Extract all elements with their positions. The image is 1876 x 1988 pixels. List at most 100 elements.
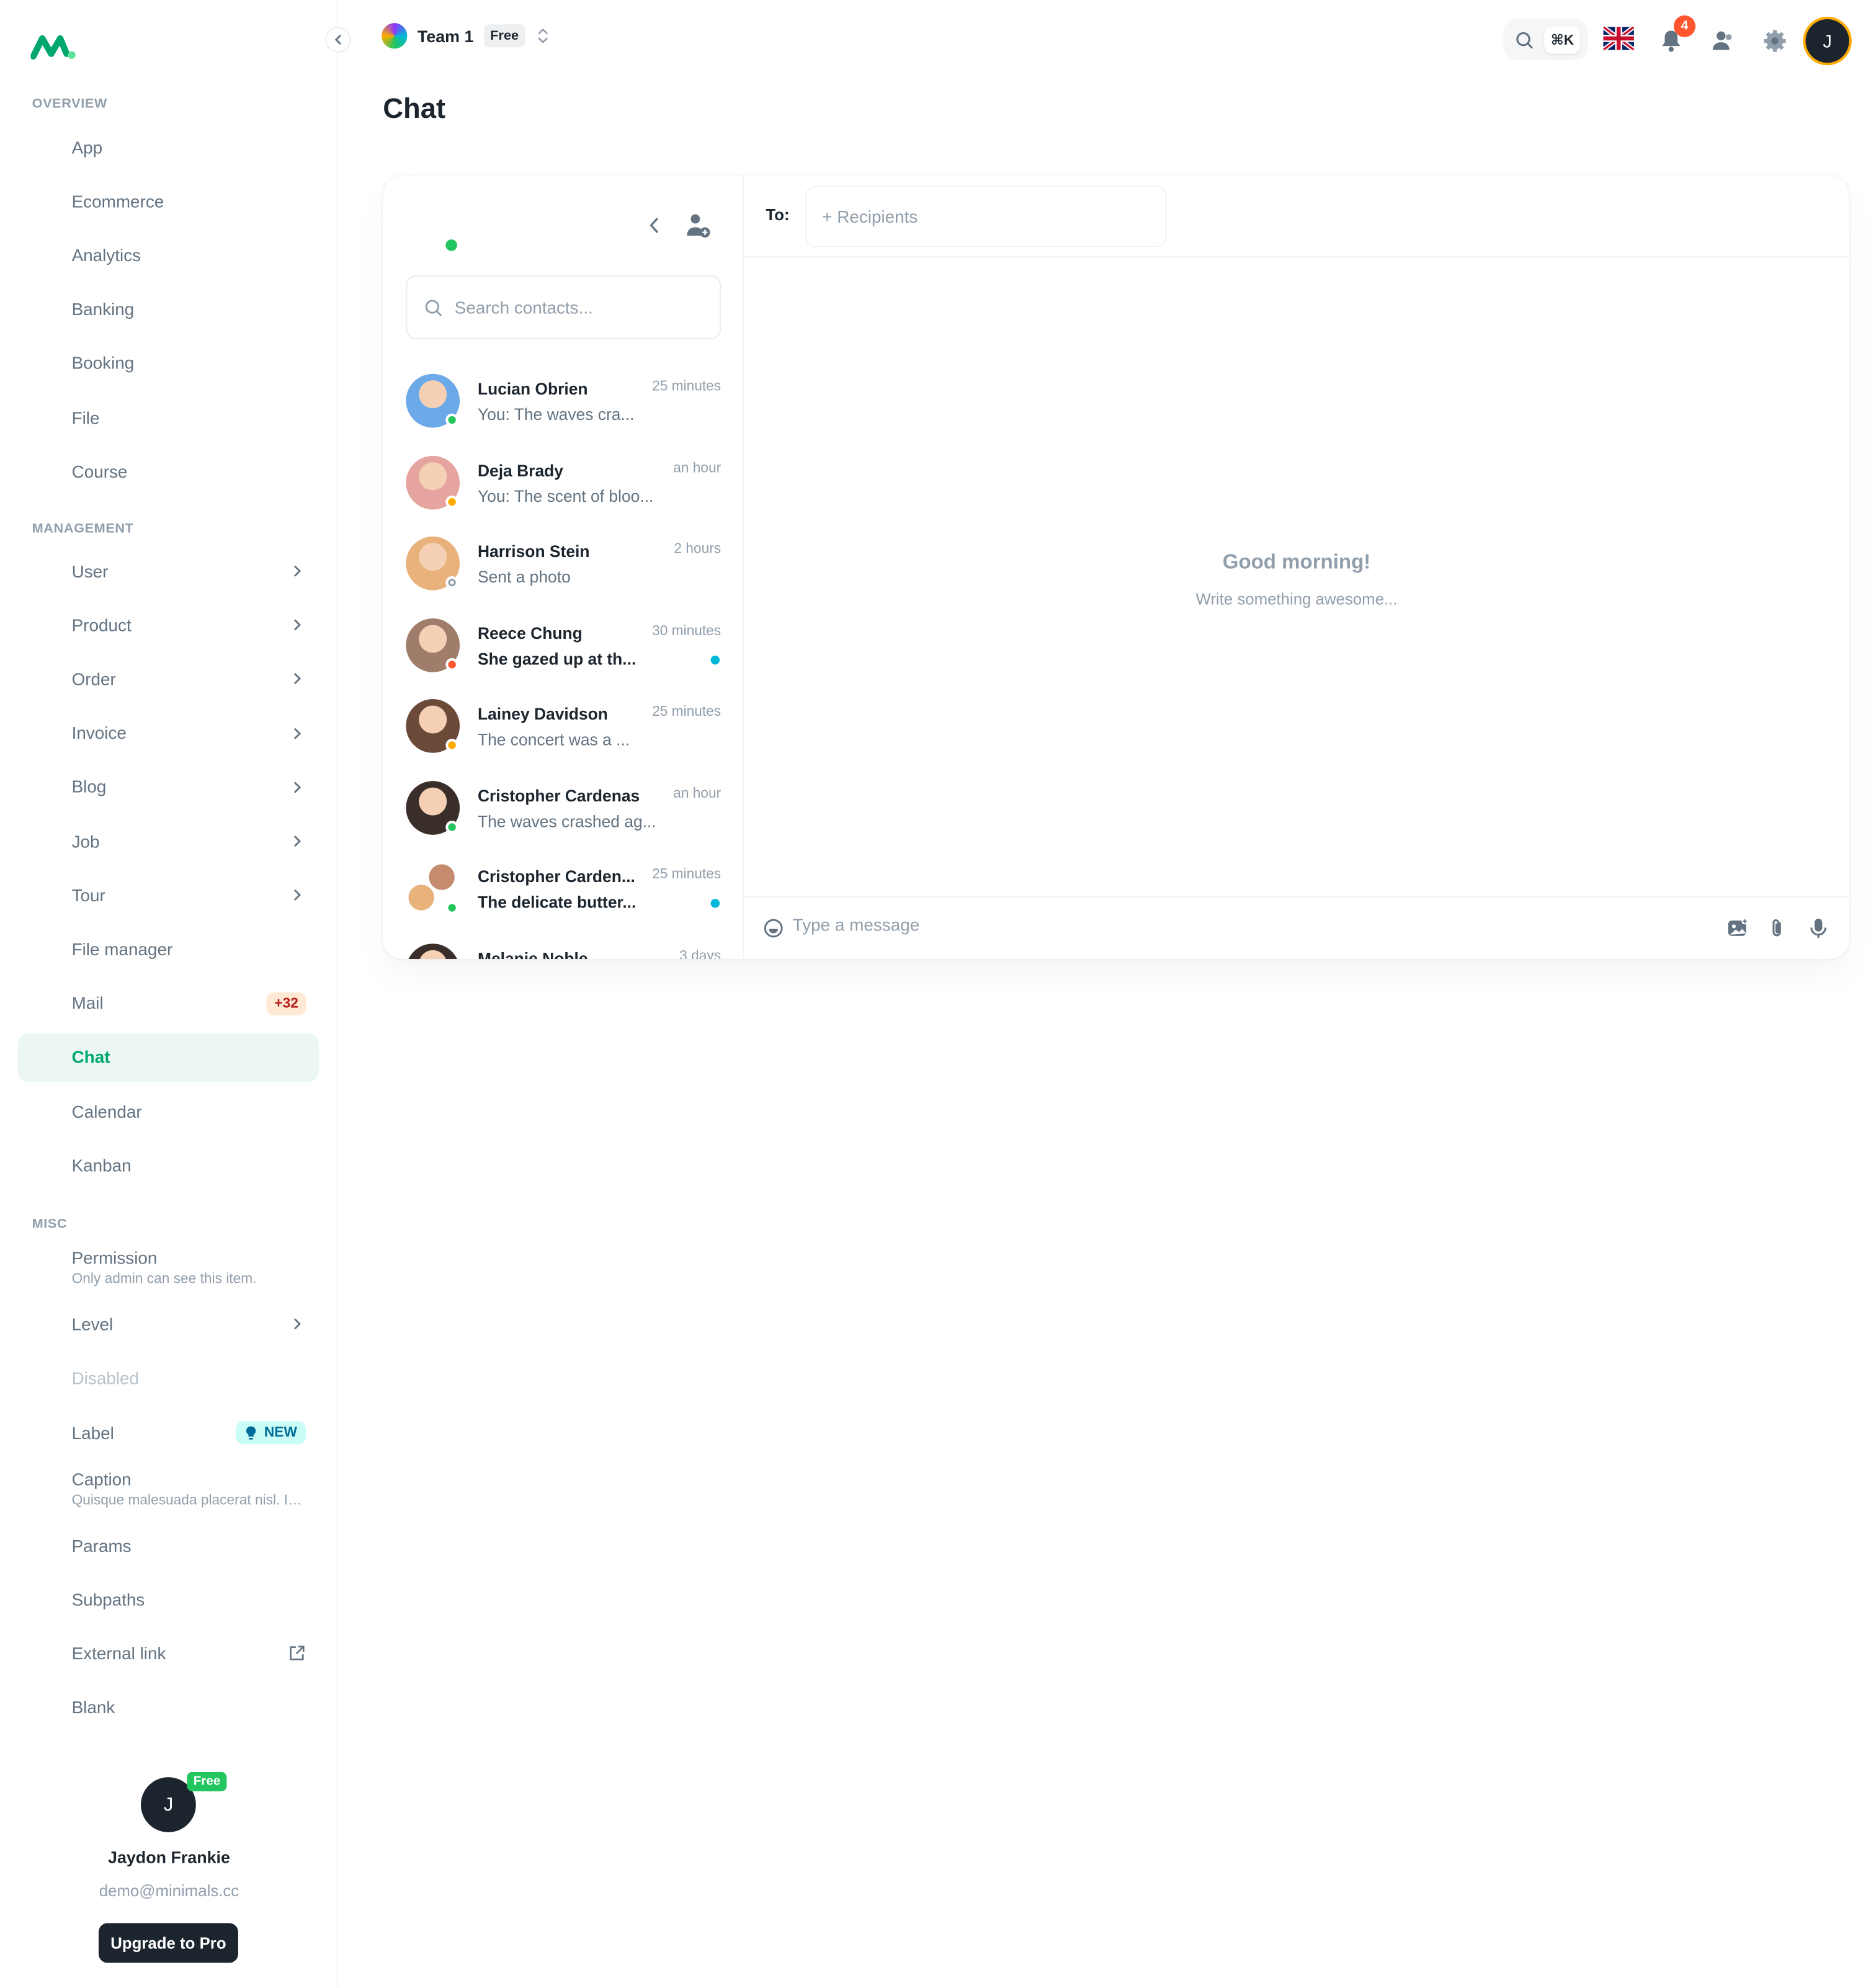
chevron-right-icon bbox=[294, 620, 302, 631]
sidebar-item-invoice[interactable]: Invoice bbox=[18, 709, 319, 757]
avatar bbox=[406, 943, 460, 960]
contact-last-message: The delicate butter... bbox=[477, 892, 636, 912]
sidebar-item-label: Level bbox=[71, 1314, 114, 1334]
contact-row[interactable]: Deja Brady You: The scent of bloo... an ho… bbox=[383, 444, 744, 525]
contact-row[interactable]: Lucian Obrien You: The waves cra... 25 min… bbox=[383, 362, 744, 444]
sidebar-item-file[interactable]: File bbox=[18, 393, 319, 442]
sidebar-item-booking[interactable]: Booking bbox=[18, 339, 319, 388]
sidebar-item-order[interactable]: Order bbox=[18, 655, 319, 703]
contact-time: an hour bbox=[673, 460, 721, 476]
sidebar-item-label: Course bbox=[71, 461, 128, 481]
search-input[interactable] bbox=[454, 297, 698, 317]
attachment-icon[interactable] bbox=[1766, 917, 1789, 940]
sidebar-item-kanban[interactable]: Kanban bbox=[18, 1141, 319, 1190]
sidebar-item-app[interactable]: App bbox=[18, 123, 319, 171]
contact-time: 2 hours bbox=[674, 542, 721, 557]
microphone-icon[interactable] bbox=[1807, 917, 1830, 940]
user-name: Jaydon Frankie bbox=[108, 1847, 230, 1867]
emoji-icon[interactable] bbox=[763, 918, 784, 938]
workspace-icon bbox=[382, 23, 408, 49]
sidebar-item-label-item[interactable]: Label NEW bbox=[18, 1409, 319, 1457]
contact-time: an hour bbox=[673, 785, 721, 801]
page-title: Chat bbox=[383, 92, 446, 125]
contact-row[interactable]: Lainey Davidson The concert was a ... 25 m… bbox=[383, 687, 744, 769]
sidebar-item-blog[interactable]: Blog bbox=[18, 763, 319, 811]
status-away-indicator bbox=[445, 739, 458, 752]
sidebar-item-label: Params bbox=[71, 1536, 132, 1555]
sidebar-item-label: Job bbox=[71, 831, 100, 851]
sidebar-item-label: Subpaths bbox=[71, 1589, 145, 1609]
sidebar-item-chat[interactable]: Chat bbox=[17, 1033, 319, 1082]
recipients-input[interactable]: + Recipients bbox=[805, 185, 1167, 247]
sidebar-item-label: Chat bbox=[71, 1048, 110, 1068]
contact-row[interactable]: Reece Chung She gazed up at th... 30 minut… bbox=[383, 606, 744, 687]
message-input[interactable] bbox=[792, 915, 1561, 935]
status-online-indicator bbox=[445, 820, 458, 833]
contact-time: 30 minutes bbox=[652, 623, 721, 639]
user-email: demo@minimals.cc bbox=[99, 1882, 239, 1901]
sidebar-item-caption: Only admin can see this item. bbox=[71, 1271, 257, 1287]
sidebar-item-blank[interactable]: Blank bbox=[18, 1682, 319, 1731]
sidebar-item-product[interactable]: Product bbox=[18, 600, 319, 649]
sidebar-item-tour[interactable]: Tour bbox=[18, 871, 319, 919]
contact-name: Cristopher Cardenas bbox=[477, 785, 640, 805]
image-icon[interactable] bbox=[1726, 917, 1749, 940]
contact-search[interactable] bbox=[406, 275, 721, 340]
chevron-right-icon bbox=[294, 565, 302, 577]
sidebar-item-subpaths[interactable]: Subpaths bbox=[18, 1575, 319, 1623]
account-avatar[interactable]: J bbox=[1805, 19, 1849, 63]
chat-card: Lucian Obrien You: The waves cra... 25 min… bbox=[383, 175, 1849, 960]
my-status-indicator bbox=[445, 239, 457, 251]
sidebar-item-user[interactable]: User bbox=[18, 546, 319, 595]
collapse-sidebar-button[interactable] bbox=[325, 27, 351, 53]
contact-name: Reece Chung bbox=[477, 623, 583, 643]
collapse-contacts-icon[interactable] bbox=[643, 214, 666, 237]
sidebar-item-disabled: Disabled bbox=[18, 1353, 319, 1402]
sidebar-item-banking[interactable]: Banking bbox=[18, 285, 319, 333]
workspace-switcher[interactable]: Team 1 Free bbox=[382, 23, 551, 49]
sidebar-item-permission[interactable]: Permission Only admin can see this item. bbox=[18, 1239, 319, 1296]
status-online-indicator bbox=[445, 901, 458, 914]
sidebar-item-label: Permission bbox=[71, 1248, 158, 1268]
sidebar-item-analytics[interactable]: Analytics bbox=[18, 231, 319, 279]
contact-row[interactable]: Cristopher Cardenas The waves crashed ag.… bbox=[383, 769, 744, 850]
contact-list: Lucian Obrien You: The waves cra... 25 min… bbox=[383, 362, 744, 960]
sidebar-item-label: Tour bbox=[71, 885, 105, 905]
new-badge-text: NEW bbox=[264, 1425, 297, 1441]
sidebar-item-course[interactable]: Course bbox=[18, 447, 319, 496]
sidebar-item-params[interactable]: Params bbox=[18, 1521, 319, 1569]
external-link-icon bbox=[290, 1646, 305, 1660]
sidebar-item-calendar[interactable]: Calendar bbox=[18, 1087, 319, 1136]
sidebar-item-ecommerce[interactable]: Ecommerce bbox=[18, 177, 319, 225]
sidebar-item-level[interactable]: Level bbox=[18, 1299, 319, 1348]
logo-icon[interactable] bbox=[30, 31, 77, 62]
sidebar-item-mail[interactable]: Mail +32 bbox=[18, 979, 319, 1027]
contact-last-message: The concert was a ... bbox=[477, 729, 630, 749]
contact-last-message: Sent a photo bbox=[477, 567, 571, 587]
search-button[interactable]: ⌘K bbox=[1503, 19, 1588, 61]
chevron-up-down-icon bbox=[538, 28, 548, 44]
contacts-button[interactable] bbox=[1707, 25, 1738, 56]
sidebar-item-external-link[interactable]: External link bbox=[18, 1629, 319, 1677]
contact-row[interactable]: Harrison Stein Sent a photo 2 hours bbox=[383, 525, 744, 606]
users-icon bbox=[1712, 31, 1732, 50]
contact-name: Lucian Obrien bbox=[477, 379, 588, 398]
sidebar-item-label: Kanban bbox=[71, 1156, 132, 1175]
search-icon bbox=[425, 299, 442, 316]
settings-button[interactable] bbox=[1759, 25, 1790, 56]
sidebar-item-file-manager[interactable]: File manager bbox=[18, 925, 319, 973]
chevron-right-icon bbox=[294, 1318, 302, 1330]
sidebar-item-job[interactable]: Job bbox=[18, 817, 319, 865]
sidebar-item-caption[interactable]: Caption Quisque malesuada placerat nisl.… bbox=[18, 1461, 319, 1517]
add-contact-icon[interactable] bbox=[684, 212, 712, 239]
contact-row[interactable]: Cristopher Carden... The delicate butter.… bbox=[383, 850, 744, 932]
language-button[interactable] bbox=[1603, 25, 1634, 51]
contact-time: 25 minutes bbox=[652, 704, 721, 720]
contact-time: 25 minutes bbox=[652, 379, 721, 394]
chevron-right-icon bbox=[294, 836, 302, 847]
upgrade-button[interactable]: Upgrade to Pro bbox=[98, 1923, 238, 1963]
chevron-right-icon bbox=[294, 889, 302, 901]
contact-row[interactable]: Melanie Noble 3 days bbox=[383, 932, 744, 960]
empty-title: Good morning! bbox=[1222, 551, 1371, 574]
conversation-panel: To: + Recipients Good morning! Write som… bbox=[744, 176, 1849, 959]
